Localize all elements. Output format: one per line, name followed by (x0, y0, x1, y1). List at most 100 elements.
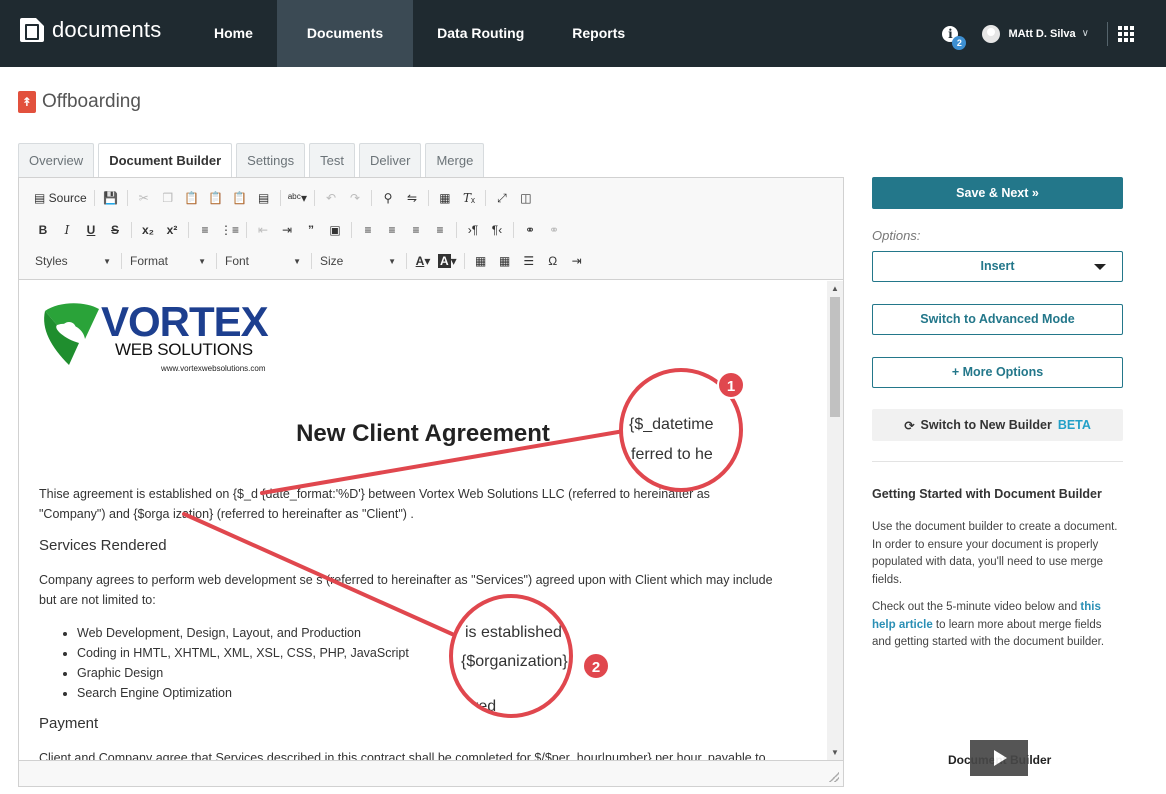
rtl-icon[interactable]: ¶‹ (485, 219, 509, 241)
italic-icon[interactable]: I (55, 219, 79, 241)
toolbar-separator (246, 222, 248, 238)
align-center-icon[interactable]: ≡ (380, 219, 404, 241)
format-label: Format (130, 254, 169, 268)
more-options-button[interactable]: + More Options (872, 357, 1123, 388)
link-icon[interactable]: ⚭ (518, 219, 542, 241)
getting-started-paragraph-1: Use the document builder to create a doc… (872, 521, 1118, 586)
paste-text-icon[interactable]: 📋 (204, 187, 228, 209)
video-player[interactable]: Document Builder (948, 740, 1128, 780)
source-label: Source (48, 191, 87, 205)
nav-home[interactable]: Home (190, 0, 277, 67)
editor-content[interactable]: VORTEX WEB SOLUTIONS www.vortexwebsoluti… (19, 281, 827, 760)
nav-divider (1107, 21, 1108, 46)
vortex-logo: VORTEX WEB SOLUTIONS www.vortexwebsoluti… (39, 299, 289, 379)
underline-icon[interactable]: U (79, 219, 103, 241)
styles-dropdown[interactable]: Styles ▼ (31, 250, 115, 272)
page-break-icon[interactable]: ⇥ (565, 250, 589, 272)
advanced-mode-button[interactable]: Switch to Advanced Mode (872, 304, 1123, 335)
resize-grip-icon[interactable] (829, 772, 839, 782)
save-next-button[interactable]: Save & Next » (872, 177, 1123, 209)
font-label: Font (225, 254, 250, 268)
tab-settings[interactable]: Settings (236, 143, 306, 178)
scroll-down-icon[interactable]: ▼ (831, 748, 839, 757)
indent-icon[interactable]: ⇥ (275, 219, 299, 241)
new-builder-label: Switch to New Builder (920, 418, 1052, 432)
scroll-thumb[interactable] (830, 297, 840, 417)
play-icon[interactable] (970, 740, 1028, 776)
vortex-logo-subtitle: WEB SOLUTIONS (115, 340, 253, 359)
undo-icon[interactable]: ↶ (319, 187, 343, 209)
horizontal-line-icon[interactable]: ☰ (517, 250, 541, 272)
redo-icon[interactable]: ↷ (343, 187, 367, 209)
caret-down-icon: ▼ (103, 256, 111, 266)
special-char-icon[interactable]: Ω (541, 250, 565, 272)
paragraph-services-line-2: but are not limited to: (39, 593, 156, 607)
find-icon[interactable]: ⚲ (376, 187, 400, 209)
table-icon[interactable]: ▦ (493, 250, 517, 272)
outdent-icon[interactable]: ⇤ (251, 219, 275, 241)
paragraph-services-line-1: Company agrees to perform web developmen… (39, 573, 773, 587)
nav-data-routing[interactable]: Data Routing (413, 0, 548, 67)
paste-icon[interactable]: 📋 (180, 187, 204, 209)
editor-scrollbar[interactable]: ▲ ▼ (827, 281, 843, 760)
show-blocks-icon[interactable]: ◫ (514, 187, 538, 209)
blockquote-icon[interactable]: ” (299, 219, 323, 241)
toolbar-separator (484, 190, 486, 206)
info-icon[interactable]: i 2 (942, 25, 967, 50)
new-builder-button[interactable]: ⟳ Switch to New Builder BETA (872, 409, 1123, 441)
text-color-icon[interactable]: A ▾ (411, 250, 435, 272)
tab-test[interactable]: Test (309, 143, 355, 178)
app-logo[interactable]: documents (20, 17, 161, 43)
select-all-icon[interactable]: ▦ (433, 187, 457, 209)
copy-icon[interactable]: ❐ (156, 187, 180, 209)
nav-reports[interactable]: Reports (548, 0, 649, 67)
tab-deliver[interactable]: Deliver (358, 143, 422, 178)
tab-document-builder[interactable]: Document Builder (98, 143, 233, 179)
size-dropdown[interactable]: Size ▼ (316, 250, 400, 272)
paste-word-icon[interactable]: 📋 (228, 187, 252, 209)
toolbar-separator (311, 253, 312, 269)
replace-icon[interactable]: ⇋ (400, 187, 424, 209)
align-right-icon[interactable]: ≡ (404, 219, 428, 241)
caret-down-icon (1094, 264, 1106, 270)
scroll-up-icon[interactable]: ▲ (831, 284, 839, 293)
tab-merge[interactable]: Merge (425, 143, 485, 178)
strikethrough-icon[interactable]: S (103, 219, 127, 241)
ltr-icon[interactable]: ›¶ (461, 219, 485, 241)
justify-icon[interactable]: ≡ (428, 219, 452, 241)
sidebar-divider (872, 461, 1123, 462)
numbered-list-icon[interactable]: ≡ (193, 219, 217, 241)
div-container-icon[interactable]: ▣ (323, 219, 347, 241)
services-list: Web Development, Design, Layout, and Pro… (77, 623, 409, 703)
bulleted-list-icon[interactable]: ⋮≡ (217, 219, 242, 241)
insert-dropdown[interactable]: Insert (872, 251, 1123, 282)
align-left-icon[interactable]: ≡ (356, 219, 380, 241)
editor-statusbar (19, 760, 843, 786)
unlink-icon[interactable]: ⚭ (542, 219, 566, 241)
cut-icon[interactable]: ✂ (132, 187, 156, 209)
user-name[interactable]: MAtt D. Silva (1008, 28, 1075, 40)
save-icon[interactable]: 💾 (99, 187, 123, 209)
vortex-logo-word: VORTEX (101, 298, 269, 345)
format-dropdown[interactable]: Format ▼ (126, 250, 210, 272)
superscript-icon[interactable]: x² (160, 219, 184, 241)
toolbar-separator (463, 253, 465, 269)
remove-format-icon[interactable]: Tₓ (457, 187, 481, 209)
list-item: Graphic Design (77, 663, 409, 683)
nav-documents[interactable]: Documents (276, 0, 414, 67)
spellcheck-icon[interactable]: ᵃᵇᶜ▾ (285, 187, 310, 209)
templates-icon[interactable]: ▤ (252, 187, 276, 209)
tab-overview[interactable]: Overview (18, 143, 95, 178)
subscript-icon[interactable]: x₂ (136, 219, 160, 241)
user-avatar[interactable] (982, 24, 1001, 43)
source-button[interactable]: ▤ Source (31, 187, 90, 209)
maximize-icon[interactable]: ⤢ (490, 187, 514, 209)
bold-icon[interactable]: B (31, 219, 55, 241)
image-icon[interactable]: ▦ (469, 250, 493, 272)
insert-label: Insert (980, 259, 1015, 273)
chevron-down-icon[interactable]: ∨ (1082, 28, 1089, 39)
background-color-icon[interactable]: A ▾ (435, 250, 460, 272)
styles-label: Styles (35, 254, 68, 268)
font-dropdown[interactable]: Font ▼ (221, 250, 305, 272)
grid-icon[interactable] (1118, 25, 1134, 42)
